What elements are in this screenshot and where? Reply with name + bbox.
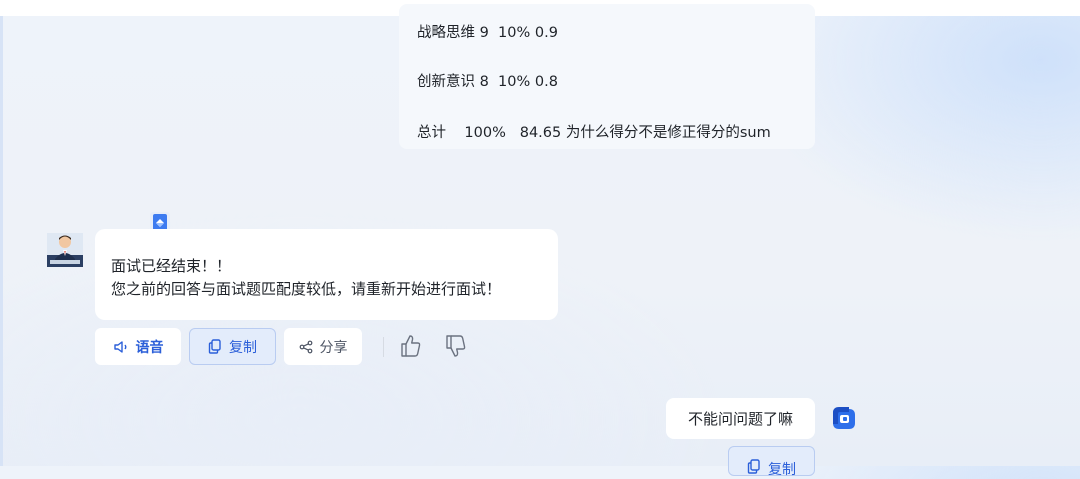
user-copy-button[interactable]: 复制 (728, 446, 815, 478)
share-icon (299, 340, 312, 353)
share-button-label: 分享 (319, 339, 348, 356)
message-line: 总计 100% 84.65 为什么得分不是修正得分的sum (417, 125, 771, 141)
user-message-text: 不能问问题了嘛 (687, 410, 793, 428)
message-line: 战略思维 9 10% 0.9 (417, 25, 558, 41)
copy-icon (208, 339, 221, 354)
app-logo-icon (833, 407, 855, 429)
user-copy-button-label: 复制 (768, 462, 796, 478)
copy-button[interactable]: 复制 (189, 328, 276, 365)
copy-button-label: 复制 (229, 339, 257, 356)
interviewer-avatar-icon (47, 233, 83, 267)
speaker-icon (113, 340, 126, 353)
message-line: 面试已经结束！！ (111, 257, 232, 275)
voice-button-label: 语音 (135, 339, 164, 356)
action-divider (383, 337, 384, 357)
left-edge-strip (0, 16, 3, 466)
voice-button[interactable]: 语音 (95, 328, 181, 365)
message-line: 创新意识 8 10% 0.8 (417, 74, 558, 90)
previous-message-bubble: 战略思维 9 10% 0.9 创新意识 8 10% 0.8 总计 100% 84… (399, 4, 815, 149)
thumbs-down-icon[interactable] (444, 333, 468, 359)
user-message-bubble: 不能问问题了嘛 (666, 398, 815, 439)
thumbs-up-icon[interactable] (399, 333, 423, 359)
message-line: 您之前的回答与面试题匹配度较低，请重新开始进行面试！ (111, 280, 502, 298)
bot-message-bubble: 面试已经结束！！ 您之前的回答与面试题匹配度较低，请重新开始进行面试！ (95, 229, 558, 320)
copy-icon (747, 459, 760, 474)
share-button[interactable]: 分享 (284, 328, 362, 365)
